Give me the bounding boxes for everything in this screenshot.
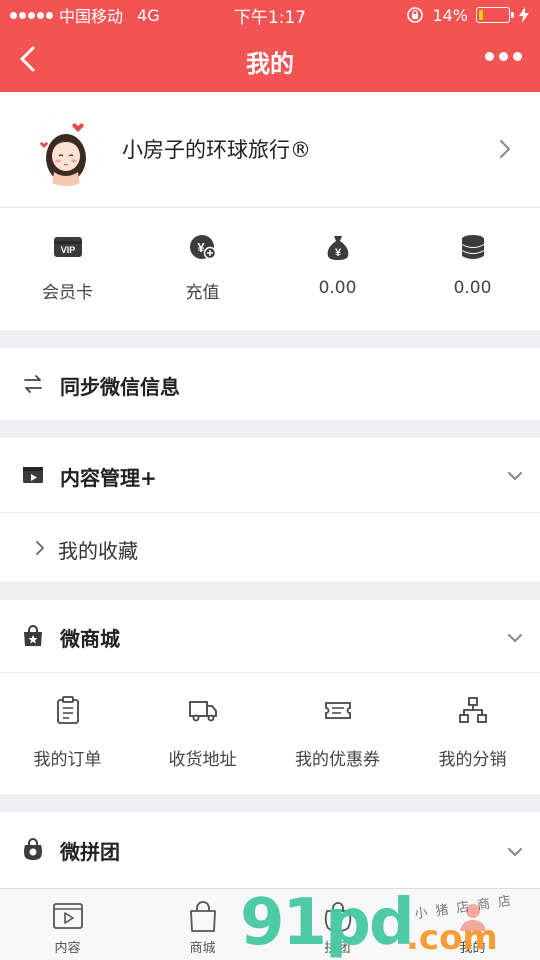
content-management-row[interactable]: 内容管理+: [0, 438, 540, 512]
my-coupons-label: 我的优惠券: [295, 750, 380, 770]
avatar[interactable]: [30, 114, 102, 186]
delivery-truck-icon: [188, 701, 217, 722]
charging-icon: [519, 7, 529, 23]
profile-name: 小房子的环球旅行®: [122, 138, 311, 162]
avatar-illustration-icon: [30, 114, 102, 186]
coins-stack-icon: [461, 235, 484, 259]
stat-vip-card[interactable]: VIP 会员卡: [0, 208, 135, 330]
stat-label: 充值: [185, 283, 220, 303]
header: 中国移动 4G 下午1:17 14% 我的: [0, 0, 540, 92]
group-bag-icon: [324, 902, 351, 932]
money-bag-icon: ¥: [327, 236, 348, 260]
video-play-icon: [52, 903, 83, 929]
tab-content[interactable]: 内容: [0, 889, 135, 960]
micro-mall-label: 微商城: [60, 627, 120, 651]
tab-label: 我的: [459, 941, 486, 956]
tab-group-buy[interactable]: 拼团: [270, 889, 405, 960]
shipping-address-label: 收货地址: [168, 750, 237, 770]
my-distribution-label: 我的分销: [438, 750, 507, 770]
tab-label: 商城: [189, 941, 216, 956]
svg-text:VIP: VIP: [60, 245, 75, 255]
tab-mine[interactable]: 我的: [405, 889, 540, 960]
group-bag-icon: [24, 838, 42, 860]
shopping-bag-star-icon: [24, 625, 42, 646]
chevron-right-icon: [36, 541, 44, 555]
my-coupons-button[interactable]: 我的优惠券: [270, 673, 405, 794]
stat-value: 0.00: [318, 278, 357, 298]
page-title: 我的: [246, 49, 294, 78]
profile-card[interactable]: 小房子的环球旅行®: [0, 92, 540, 208]
stat-balance[interactable]: ¥ 0.00: [270, 208, 405, 330]
order-clipboard-icon: [56, 696, 79, 724]
my-orders-label: 我的订单: [33, 750, 102, 770]
mall-shortcuts: 我的订单 收货地址 我的优惠券 我的分销: [0, 672, 540, 794]
back-icon[interactable]: [14, 44, 44, 74]
micro-mall-row[interactable]: 微商城: [0, 600, 540, 672]
group-buy-label: 微拼团: [60, 840, 120, 864]
account-stats: VIP 会员卡 ¥ 充值 ¥ 0.00 0.00: [0, 208, 540, 330]
sync-wechat-row[interactable]: 同步微信信息: [0, 348, 540, 420]
chevron-down-icon[interactable]: [506, 632, 524, 644]
status-bar: 中国移动 4G 下午1:17 14%: [0, 0, 540, 30]
my-distribution-button[interactable]: 我的分销: [405, 673, 540, 794]
org-chart-icon: [458, 697, 487, 723]
favorites-row[interactable]: 我的收藏: [0, 512, 540, 582]
signal-icon: [10, 11, 53, 19]
stat-points[interactable]: 0.00: [405, 208, 540, 330]
shipping-address-button[interactable]: 收货地址: [135, 673, 270, 794]
tab-label: 拼团: [324, 941, 351, 956]
chevron-down-icon[interactable]: [506, 846, 524, 858]
tab-mall[interactable]: 商城: [135, 889, 270, 960]
chevron-right-icon[interactable]: [498, 138, 512, 160]
network-label: 4G: [137, 5, 160, 25]
favorites-label: 我的收藏: [58, 539, 138, 563]
stat-label: 会员卡: [42, 283, 93, 303]
my-orders-button[interactable]: 我的订单: [0, 673, 135, 794]
swap-arrows-icon: [24, 375, 42, 393]
coupon-icon: [324, 702, 351, 719]
chevron-down-icon[interactable]: [506, 470, 524, 482]
sync-wechat-label: 同步微信信息: [60, 375, 180, 399]
shopping-bag-icon: [189, 901, 216, 932]
battery-percent: 14%: [432, 5, 468, 25]
group-buy-row[interactable]: 微拼团: [0, 812, 540, 888]
nav-bar: 我的: [0, 30, 540, 92]
svg-text:¥: ¥: [334, 247, 341, 259]
stat-recharge[interactable]: ¥ 充值: [135, 208, 270, 330]
battery-icon: [476, 7, 514, 23]
vip-card-icon: VIP: [53, 237, 82, 257]
status-time: 下午1:17: [233, 7, 307, 28]
video-clapper-icon: [23, 467, 43, 483]
content-management-label: 内容管理+: [60, 466, 157, 490]
tab-bar: 内容 商城 拼团 我的: [0, 888, 540, 960]
orientation-lock-icon: [407, 7, 424, 23]
stat-value: 0.00: [453, 278, 492, 298]
user-icon: [459, 904, 486, 931]
recharge-coin-icon: ¥: [189, 235, 216, 260]
more-options-icon[interactable]: [485, 52, 522, 61]
tab-label: 内容: [54, 941, 81, 956]
carrier-label: 中国移动: [59, 7, 124, 26]
